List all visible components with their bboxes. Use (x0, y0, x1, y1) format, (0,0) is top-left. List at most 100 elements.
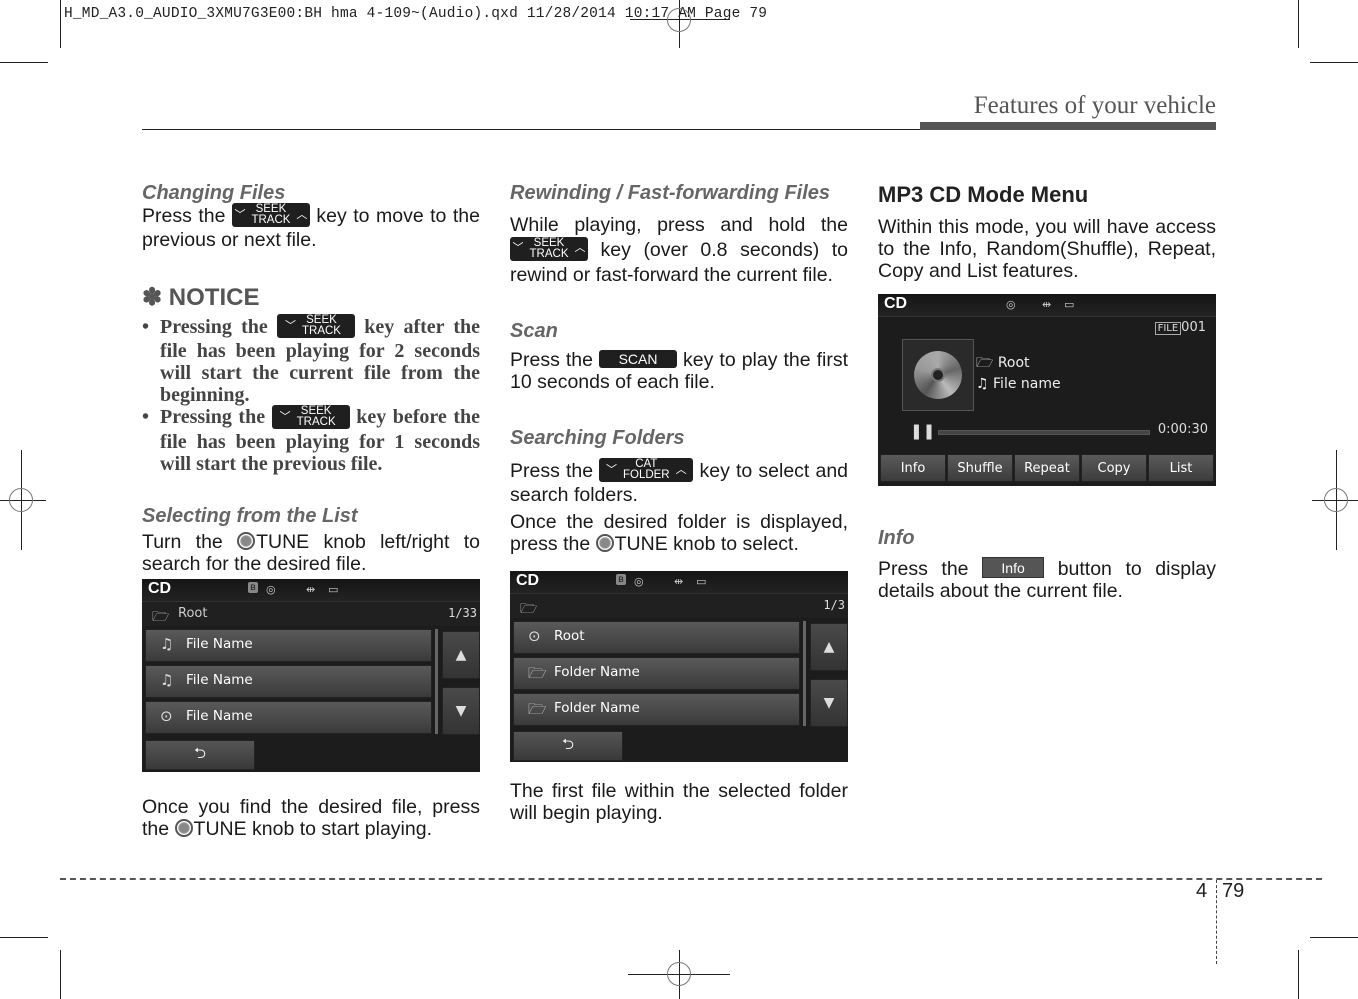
music-note-icon: ♫ (976, 376, 989, 392)
cat-folder-key: ﹀ CAT FOLDER ︿ (599, 458, 694, 482)
scan-text: Press the SCAN key to play the first 10 … (510, 349, 849, 393)
item-count: 1/3 (823, 598, 845, 612)
scan-key: SCAN (599, 349, 678, 368)
aux-icon: ▭ (328, 583, 339, 596)
info-key: Info (982, 557, 1045, 579)
path-bar: 🗁 Root 1/33 (142, 602, 480, 626)
info-heading: Info (878, 527, 915, 549)
aux-icon: ▭ (1064, 298, 1075, 311)
status-bar: CD ʙ ◎ ⇹ ▭ (510, 571, 848, 594)
seek-track-key: ﹀ SEEK TRACK ︿ (231, 203, 310, 227)
searching-folders-text: Press the ﹀ CAT FOLDER ︿ key to select and … (510, 458, 849, 506)
path-label: Root (178, 606, 208, 621)
bluetooth-icon: ʙ (616, 574, 626, 585)
crop-mark (1310, 62, 1358, 63)
scrollbar[interactable] (803, 621, 806, 726)
path-bar: 🗁 1/3 (510, 594, 848, 618)
section-number: 4 (1196, 880, 1208, 902)
column-3-info: Info Press the Info button to display de… (878, 527, 1216, 602)
back-arrow-icon: ⮌ (561, 734, 574, 753)
music-note-icon: ♫ (160, 635, 174, 653)
back-arrow-icon: ⮌ (193, 743, 206, 762)
registration-circle (1324, 488, 1348, 512)
mp3-menu-text: Within this mode, you will have access t… (878, 216, 1216, 282)
crop-mark (1310, 937, 1358, 938)
column-2-bottom: The first file within the selected folde… (510, 780, 848, 824)
usb-icon: ⇹ (1042, 298, 1052, 311)
column-2: Rewinding / Fast-forwarding Files While … (510, 182, 848, 555)
searching-folders-heading: Searching Folders (510, 427, 685, 449)
start-playing-text: Once you find the desired file, press th… (142, 796, 480, 840)
mode-label: CD (148, 580, 172, 597)
pause-icon[interactable]: ❚❚ (910, 422, 935, 440)
registration-circle (667, 8, 691, 32)
section-header-title: Features of your vehicle (973, 92, 1216, 119)
folder-icon: 🗁 (152, 609, 170, 625)
notice-heading: ✽ NOTICE (142, 284, 260, 311)
header-rule (142, 129, 920, 130)
tune-knob-icon (237, 531, 256, 550)
notice-item: Pressing the ﹀SEEKTRACK key after the fi… (142, 314, 480, 406)
registration-circle (9, 488, 33, 512)
registration-circle (667, 962, 691, 986)
disc-image-icon (914, 351, 962, 399)
play-icon: ⊙ (528, 627, 541, 645)
status-bar: CD ʙ ◎ ⇹ ▭ (142, 579, 480, 602)
repeat-menu-button[interactable]: Repeat (1014, 454, 1080, 482)
column-1-bottom: Once you find the desired file, press th… (142, 796, 480, 840)
list-item[interactable]: ♫ File Name (145, 629, 432, 662)
progress-bar[interactable] (938, 430, 1150, 435)
selecting-list-text: Turn the TUNE knob left/right to search … (142, 530, 481, 575)
crop-mark (1298, 0, 1299, 48)
column-1: Changing Files Press the ﹀ SEEK TRACK ︿ key… (142, 182, 480, 575)
list-menu-button[interactable]: List (1148, 454, 1214, 482)
changing-files-text: Press the ﹀ SEEK TRACK ︿ key to move to the… (142, 203, 480, 251)
list-item[interactable]: 🗁 Folder Name (513, 693, 800, 726)
disc-icon: ◎ (266, 583, 276, 596)
scan-heading: Scan (510, 320, 558, 342)
status-bar: CD ◎ ⇹ ▭ (878, 294, 1216, 317)
notice-item: Pressing the ﹀SEEKTRACK key before the f… (142, 404, 480, 475)
changing-files-heading: Changing Files (142, 182, 286, 204)
info-text: Press the Info button to display details… (878, 557, 1217, 603)
copy-menu-button[interactable]: Copy (1081, 454, 1147, 482)
select-folder-text: Once the desired folder is displayed, pr… (510, 511, 848, 555)
shuffle-menu-button[interactable]: Shuffle (947, 454, 1013, 482)
play-icon: ⊙ (160, 707, 173, 725)
crop-mark (1298, 950, 1299, 999)
aux-icon: ▭ (696, 575, 707, 588)
crop-mark (60, 0, 61, 48)
header-bar (920, 122, 1216, 130)
crop-mark (0, 62, 48, 63)
folder-icon: 🗁 (528, 664, 547, 682)
folder-icon: 🗁 (976, 355, 994, 371)
footer-rule (60, 878, 1322, 880)
list-item[interactable]: ⊙ Root (513, 621, 800, 654)
music-note-icon: ♫ (160, 671, 174, 689)
scrollbar[interactable] (435, 629, 438, 734)
folder-icon: 🗁 (528, 700, 547, 718)
usb-icon: ⇹ (306, 583, 316, 596)
bluetooth-icon: ʙ (248, 582, 258, 593)
back-button[interactable]: ⮌ (513, 731, 623, 761)
selecting-list-heading: Selecting from the List (142, 504, 358, 527)
list-item[interactable]: ⊙ File Name (145, 701, 432, 734)
folder-list-screen: CD ʙ ◎ ⇹ ▭ 🗁 1/3 ⊙ Root 🗁 Folder Name 🗁 … (510, 571, 848, 762)
scroll-down-button[interactable]: ▼ (442, 687, 480, 735)
info-menu-button[interactable]: Info (880, 454, 946, 482)
disc-icon: ◎ (634, 575, 644, 588)
page-number: 79 (1222, 880, 1245, 902)
tune-knob-icon (595, 534, 614, 552)
notice-list: Pressing the ﹀SEEKTRACK key after the fi… (142, 314, 480, 475)
scroll-down-button[interactable]: ▼ (810, 679, 848, 727)
scroll-up-button[interactable]: ▲ (810, 623, 848, 671)
usb-icon: ⇹ (674, 575, 684, 588)
file-badge: FILE (1154, 322, 1182, 335)
folder-play-text: The first file within the selected folde… (510, 780, 848, 824)
disc-icon: ◎ (1006, 298, 1016, 311)
album-art (902, 339, 974, 411)
list-item[interactable]: 🗁 Folder Name (513, 657, 800, 690)
back-button[interactable]: ⮌ (145, 740, 255, 770)
scroll-up-button[interactable]: ▲ (442, 631, 480, 679)
list-item[interactable]: ♫ File Name (145, 665, 432, 698)
